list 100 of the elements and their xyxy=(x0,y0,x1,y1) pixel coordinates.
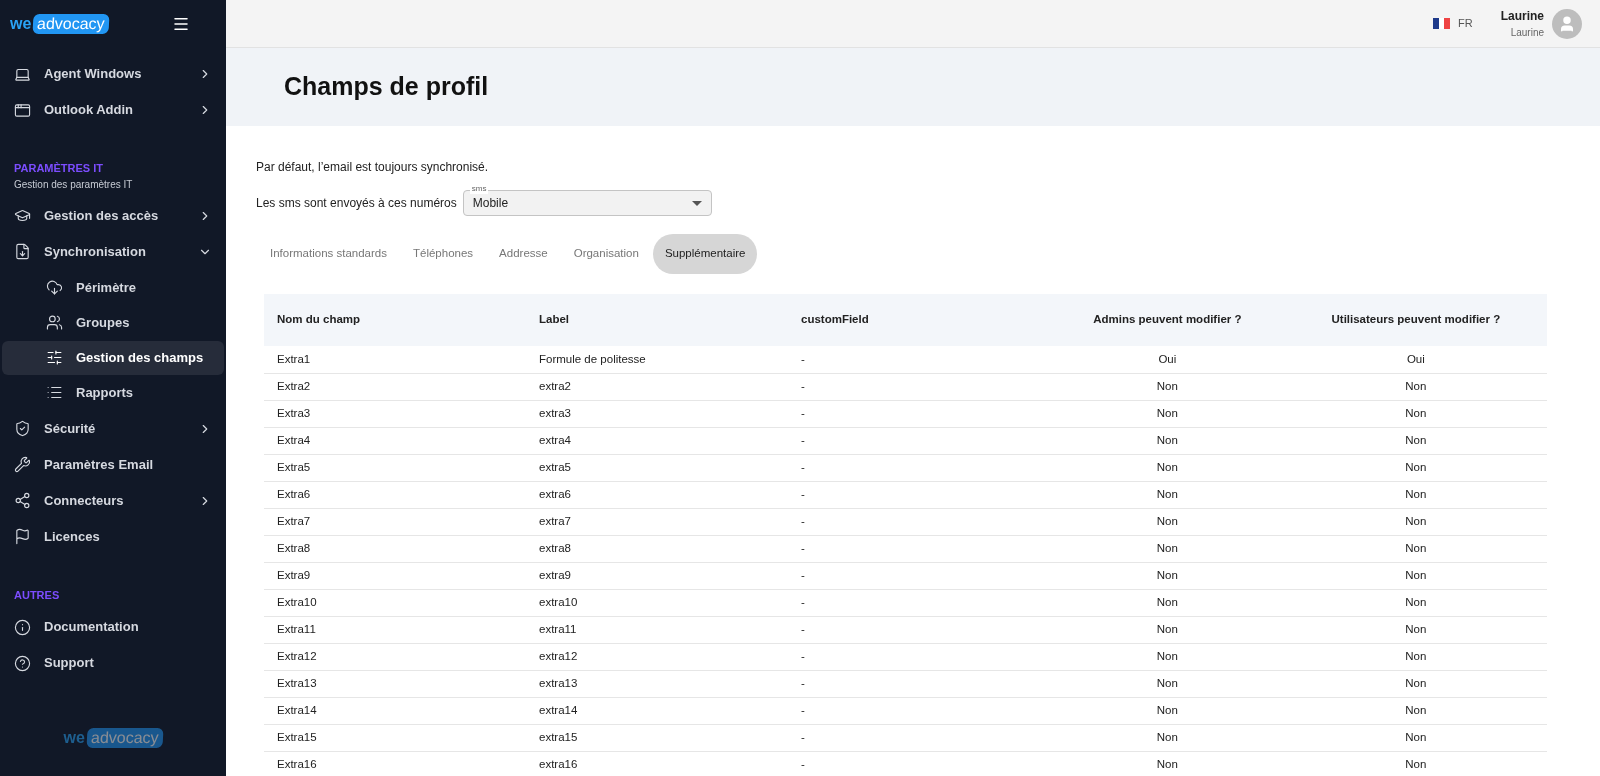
table-cell: Non xyxy=(1284,643,1547,670)
logo-badge: advocacy xyxy=(32,14,110,34)
table-cell: extra8 xyxy=(526,535,788,562)
table-cell: - xyxy=(788,724,1050,751)
table-cell: Non xyxy=(1050,751,1285,776)
table-cell: extra15 xyxy=(526,724,788,751)
table-cell: Non xyxy=(1050,373,1285,400)
table-cell: - xyxy=(788,616,1050,643)
sidebar-item[interactable]: Paramètres Email xyxy=(0,446,226,483)
email-note: Par défaut, l’email est toujours synchronisé. xyxy=(256,159,490,176)
table-cell: Non xyxy=(1284,670,1547,697)
table-cell: - xyxy=(788,346,1050,373)
sidebar-item[interactable]: Gestion des accès xyxy=(0,197,226,234)
table-cell: Non xyxy=(1050,400,1285,427)
table-cell: Extra13 xyxy=(264,670,526,697)
tab[interactable]: Téléphones xyxy=(401,234,486,274)
sidebar-item[interactable]: Connecteurs xyxy=(0,482,226,519)
column-header: Label xyxy=(526,294,788,346)
table-cell: Non xyxy=(1050,535,1285,562)
table-cell: Extra7 xyxy=(264,508,526,535)
field-label: sms xyxy=(469,184,489,194)
table-cell: Extra16 xyxy=(264,751,526,776)
column-header: customField xyxy=(788,294,1050,346)
table-cell: Non xyxy=(1050,643,1285,670)
table-cell: Extra11 xyxy=(264,616,526,643)
sidebar-subitem[interactable]: Rapports xyxy=(2,375,224,410)
table-cell: extra13 xyxy=(526,670,788,697)
logo-badge: advocacy xyxy=(86,728,163,748)
table-cell: extra7 xyxy=(526,508,788,535)
nav-icon xyxy=(46,279,63,296)
section-title: PARAMÈTRES IT xyxy=(14,161,105,176)
table-cell: - xyxy=(788,670,1050,697)
nav-icon xyxy=(14,101,31,119)
tab[interactable]: Addresse xyxy=(487,234,560,274)
table-cell: Non xyxy=(1050,697,1285,724)
table-cell: - xyxy=(788,454,1050,481)
table-cell: Formule de politesse xyxy=(526,346,788,373)
nav-icon xyxy=(14,528,31,545)
section-subtitle: Gestion des paramètres IT xyxy=(14,177,134,192)
table-cell: - xyxy=(788,508,1050,535)
column-header: Admins peuvent modifier ? xyxy=(1050,294,1285,346)
table-cell: Non xyxy=(1284,400,1547,427)
user-subtitle: Laurine xyxy=(1510,26,1544,40)
table-cell: Extra4 xyxy=(264,427,526,454)
table-cell: Non xyxy=(1050,562,1285,589)
table-cell: Non xyxy=(1050,508,1285,535)
table-cell: Non xyxy=(1050,481,1285,508)
sidebar-item[interactable]: Support xyxy=(0,645,226,681)
sidebar-subitem[interactable]: Groupes xyxy=(2,305,224,340)
sidebar-item[interactable]: Licences xyxy=(0,518,226,555)
sidebar-item[interactable]: Synchronisation xyxy=(0,233,226,270)
nav-icon xyxy=(46,349,63,366)
sidebar-subitem[interactable]: Périmètre xyxy=(2,270,224,305)
nav-icon xyxy=(14,456,31,473)
tab[interactable]: Organisation xyxy=(561,234,651,274)
sidebar-item[interactable]: Outlook Addin xyxy=(0,92,226,128)
table-cell: Non xyxy=(1050,724,1285,751)
nav-icon xyxy=(14,618,31,636)
table-cell: - xyxy=(788,643,1050,670)
user-name: Laurine xyxy=(1500,8,1544,25)
sidebar-subitem[interactable]: Gestion des champs xyxy=(2,340,224,375)
tab[interactable]: Supplémentaire xyxy=(652,234,758,274)
table-cell: - xyxy=(788,751,1050,776)
table-cell: Extra6 xyxy=(264,481,526,508)
table-cell: Non xyxy=(1284,697,1547,724)
table-cell: - xyxy=(788,373,1050,400)
menu-icon[interactable] xyxy=(172,15,190,33)
sidebar-item[interactable]: Agent Windows xyxy=(0,56,226,92)
tab[interactable]: Informations standards xyxy=(258,234,399,274)
table-cell: Non xyxy=(1284,616,1547,643)
table-cell: Extra9 xyxy=(264,562,526,589)
table-cell: Non xyxy=(1050,589,1285,616)
column-header: Nom du champ xyxy=(264,294,526,346)
table-cell: Extra10 xyxy=(264,589,526,616)
table-cell: Non xyxy=(1284,751,1547,776)
table-cell: Non xyxy=(1284,562,1547,589)
table-cell: Non xyxy=(1050,427,1285,454)
sidebar-item[interactable]: Sécurité xyxy=(0,410,226,447)
language-selector[interactable]: FR xyxy=(1433,15,1473,32)
table-cell: extra10 xyxy=(526,589,788,616)
nav-icon xyxy=(14,207,31,224)
table-cell: extra2 xyxy=(526,373,788,400)
table-cell: extra11 xyxy=(526,616,788,643)
table-cell: Non xyxy=(1284,508,1547,535)
table-cell: Oui xyxy=(1050,346,1285,373)
table-cell: Non xyxy=(1284,454,1547,481)
nav-icon xyxy=(14,420,31,437)
table-cell: extra6 xyxy=(526,481,788,508)
nav-icon xyxy=(14,492,31,509)
table-cell: extra14 xyxy=(526,697,788,724)
table-cell: Oui xyxy=(1284,346,1547,373)
sidebar-item[interactable]: Documentation xyxy=(0,609,226,645)
table-cell: Non xyxy=(1050,616,1285,643)
table-cell: Extra2 xyxy=(264,373,526,400)
table-cell: Non xyxy=(1284,535,1547,562)
table-cell: Non xyxy=(1284,724,1547,751)
table-cell: - xyxy=(788,427,1050,454)
table-cell: extra16 xyxy=(526,751,788,776)
table-cell: - xyxy=(788,481,1050,508)
table-cell: Extra14 xyxy=(264,697,526,724)
